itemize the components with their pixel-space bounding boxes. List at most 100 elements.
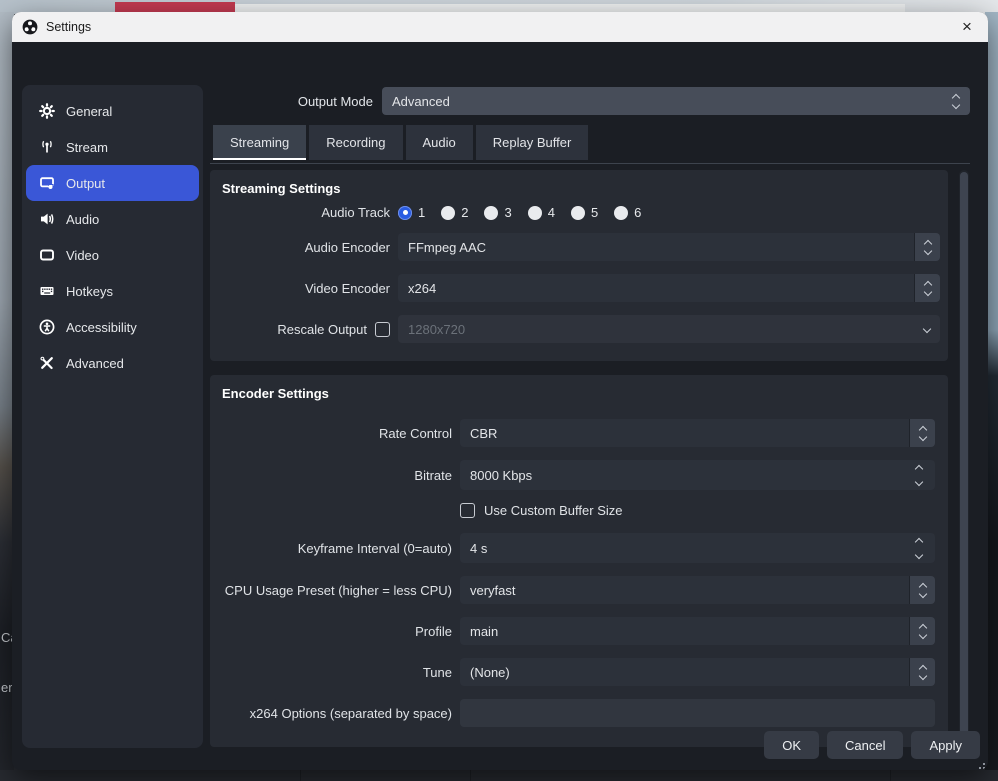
radio-unchecked-icon (441, 206, 455, 220)
sidebar-item-hotkeys[interactable]: Hotkeys (26, 273, 199, 309)
bitrate-spinbox[interactable]: 8000 Kbps (460, 460, 935, 490)
tab-label: Audio (423, 135, 456, 150)
radio-label: 1 (418, 205, 425, 220)
sidebar-item-label: Stream (66, 140, 108, 155)
titlebar[interactable]: Settings × (12, 12, 988, 42)
tab-streaming[interactable]: Streaming (213, 125, 306, 160)
audio-track-option-5[interactable]: 5 (571, 205, 598, 220)
close-button[interactable]: × (946, 12, 988, 42)
sidebar-item-video[interactable]: Video (26, 237, 199, 273)
sidebar-item-label: Accessibility (66, 320, 137, 335)
spinner-arrows-icon[interactable] (903, 460, 935, 490)
scrollbar-handle[interactable] (960, 172, 968, 746)
audio-track-option-3[interactable]: 3 (484, 205, 511, 220)
sidebar-item-audio[interactable]: Audio (26, 201, 199, 237)
background-seam (890, 770, 891, 781)
streaming-settings-group: Streaming Settings Audio Track 1 2 3 4 5… (210, 170, 948, 361)
output-mode-row: Output Mode Advanced (210, 87, 970, 115)
apply-button[interactable]: Apply (911, 731, 980, 759)
rate-control-select[interactable]: CBR (460, 419, 935, 447)
sidebar-item-general[interactable]: General (26, 93, 199, 129)
profile-label: Profile (210, 624, 452, 639)
keyboard-icon (39, 283, 55, 299)
tab-label: Replay Buffer (493, 135, 572, 150)
radio-label: 3 (504, 205, 511, 220)
radio-label: 5 (591, 205, 598, 220)
rate-control-label: Rate Control (210, 426, 452, 441)
sidebar: General Stream Output (22, 85, 203, 748)
audio-track-option-4[interactable]: 4 (528, 205, 555, 220)
radio-label: 2 (461, 205, 468, 220)
output-icon (39, 175, 55, 191)
radio-unchecked-icon (484, 206, 498, 220)
audio-track-option-1[interactable]: 1 (398, 205, 425, 220)
tools-icon (39, 355, 55, 371)
video-encoder-label: Video Encoder (210, 281, 390, 296)
tab-replay-buffer[interactable]: Replay Buffer (476, 125, 589, 160)
sidebar-item-label: Video (66, 248, 99, 263)
audio-encoder-label: Audio Encoder (210, 240, 390, 255)
background-seam (470, 770, 471, 781)
chevron-up-down-icon (909, 617, 935, 645)
rescale-output-checkbox[interactable] (375, 322, 390, 337)
sidebar-item-label: Advanced (66, 356, 124, 371)
window-body: General Stream Output (12, 42, 988, 770)
keyframe-interval-spinbox[interactable]: 4 s (460, 533, 935, 563)
audio-track-option-6[interactable]: 6 (614, 205, 641, 220)
tab-audio[interactable]: Audio (406, 125, 473, 160)
sidebar-item-output[interactable]: Output (26, 165, 199, 201)
ok-button[interactable]: OK (764, 731, 819, 759)
output-tabs: Streaming Recording Audio Replay Buffer (213, 125, 588, 160)
profile-value: main (460, 624, 909, 639)
use-custom-buffer-checkbox[interactable] (460, 503, 475, 518)
sidebar-item-stream[interactable]: Stream (26, 129, 199, 165)
rate-control-value: CBR (460, 426, 909, 441)
radio-label: 4 (548, 205, 555, 220)
video-encoder-select[interactable]: x264 (398, 274, 940, 302)
rescale-output-label: Rescale Output (277, 322, 367, 337)
content-scrollbar[interactable] (959, 170, 969, 748)
tabs-divider (210, 163, 970, 164)
tab-label: Recording (326, 135, 385, 150)
sidebar-item-label: General (66, 104, 112, 119)
radio-unchecked-icon (571, 206, 585, 220)
tune-select[interactable]: (None) (460, 658, 935, 686)
close-icon: × (962, 17, 972, 37)
profile-row: Profile main (210, 617, 948, 645)
x264-options-label: x264 Options (separated by space) (210, 706, 452, 721)
sidebar-item-label: Output (66, 176, 105, 191)
accessibility-icon (39, 319, 55, 335)
audio-encoder-value: FFmpeg AAC (398, 240, 914, 255)
resize-grip[interactable] (977, 761, 985, 769)
chevron-up-down-icon (942, 87, 970, 115)
tab-recording[interactable]: Recording (309, 125, 402, 160)
dialog-footer: OK Cancel Apply (12, 731, 980, 759)
rescale-output-row: Rescale Output 1280x720 (210, 315, 948, 343)
cancel-button[interactable]: Cancel (827, 731, 903, 759)
output-mode-select[interactable]: Advanced (382, 87, 970, 115)
cpu-preset-label: CPU Usage Preset (higher = less CPU) (210, 583, 452, 598)
tune-value: (None) (460, 665, 909, 680)
monitor-icon (39, 247, 55, 263)
profile-select[interactable]: main (460, 617, 935, 645)
cpu-preset-row: CPU Usage Preset (higher = less CPU) ver… (210, 576, 948, 604)
obs-logo-icon (22, 19, 38, 35)
spinner-arrows-icon[interactable] (903, 533, 935, 563)
settings-window: Settings × General (12, 12, 988, 770)
radio-label: 6 (634, 205, 641, 220)
encoder-settings-group: Encoder Settings Rate Control CBR Bitrat… (210, 375, 948, 747)
sidebar-item-label: Audio (66, 212, 99, 227)
video-encoder-value: x264 (398, 281, 914, 296)
audio-encoder-select[interactable]: FFmpeg AAC (398, 233, 940, 261)
cpu-preset-select[interactable]: veryfast (460, 576, 935, 604)
broadcast-icon (39, 139, 55, 155)
radio-unchecked-icon (614, 206, 628, 220)
use-custom-buffer-checkbox-row[interactable]: Use Custom Buffer Size (460, 503, 622, 518)
x264-options-input[interactable] (460, 699, 935, 727)
chevron-up-down-icon (909, 576, 935, 604)
speaker-icon (39, 211, 55, 227)
audio-track-option-2[interactable]: 2 (441, 205, 468, 220)
sidebar-item-accessibility[interactable]: Accessibility (26, 309, 199, 345)
sidebar-item-advanced[interactable]: Advanced (26, 345, 199, 381)
audio-encoder-row: Audio Encoder FFmpeg AAC (210, 233, 948, 261)
